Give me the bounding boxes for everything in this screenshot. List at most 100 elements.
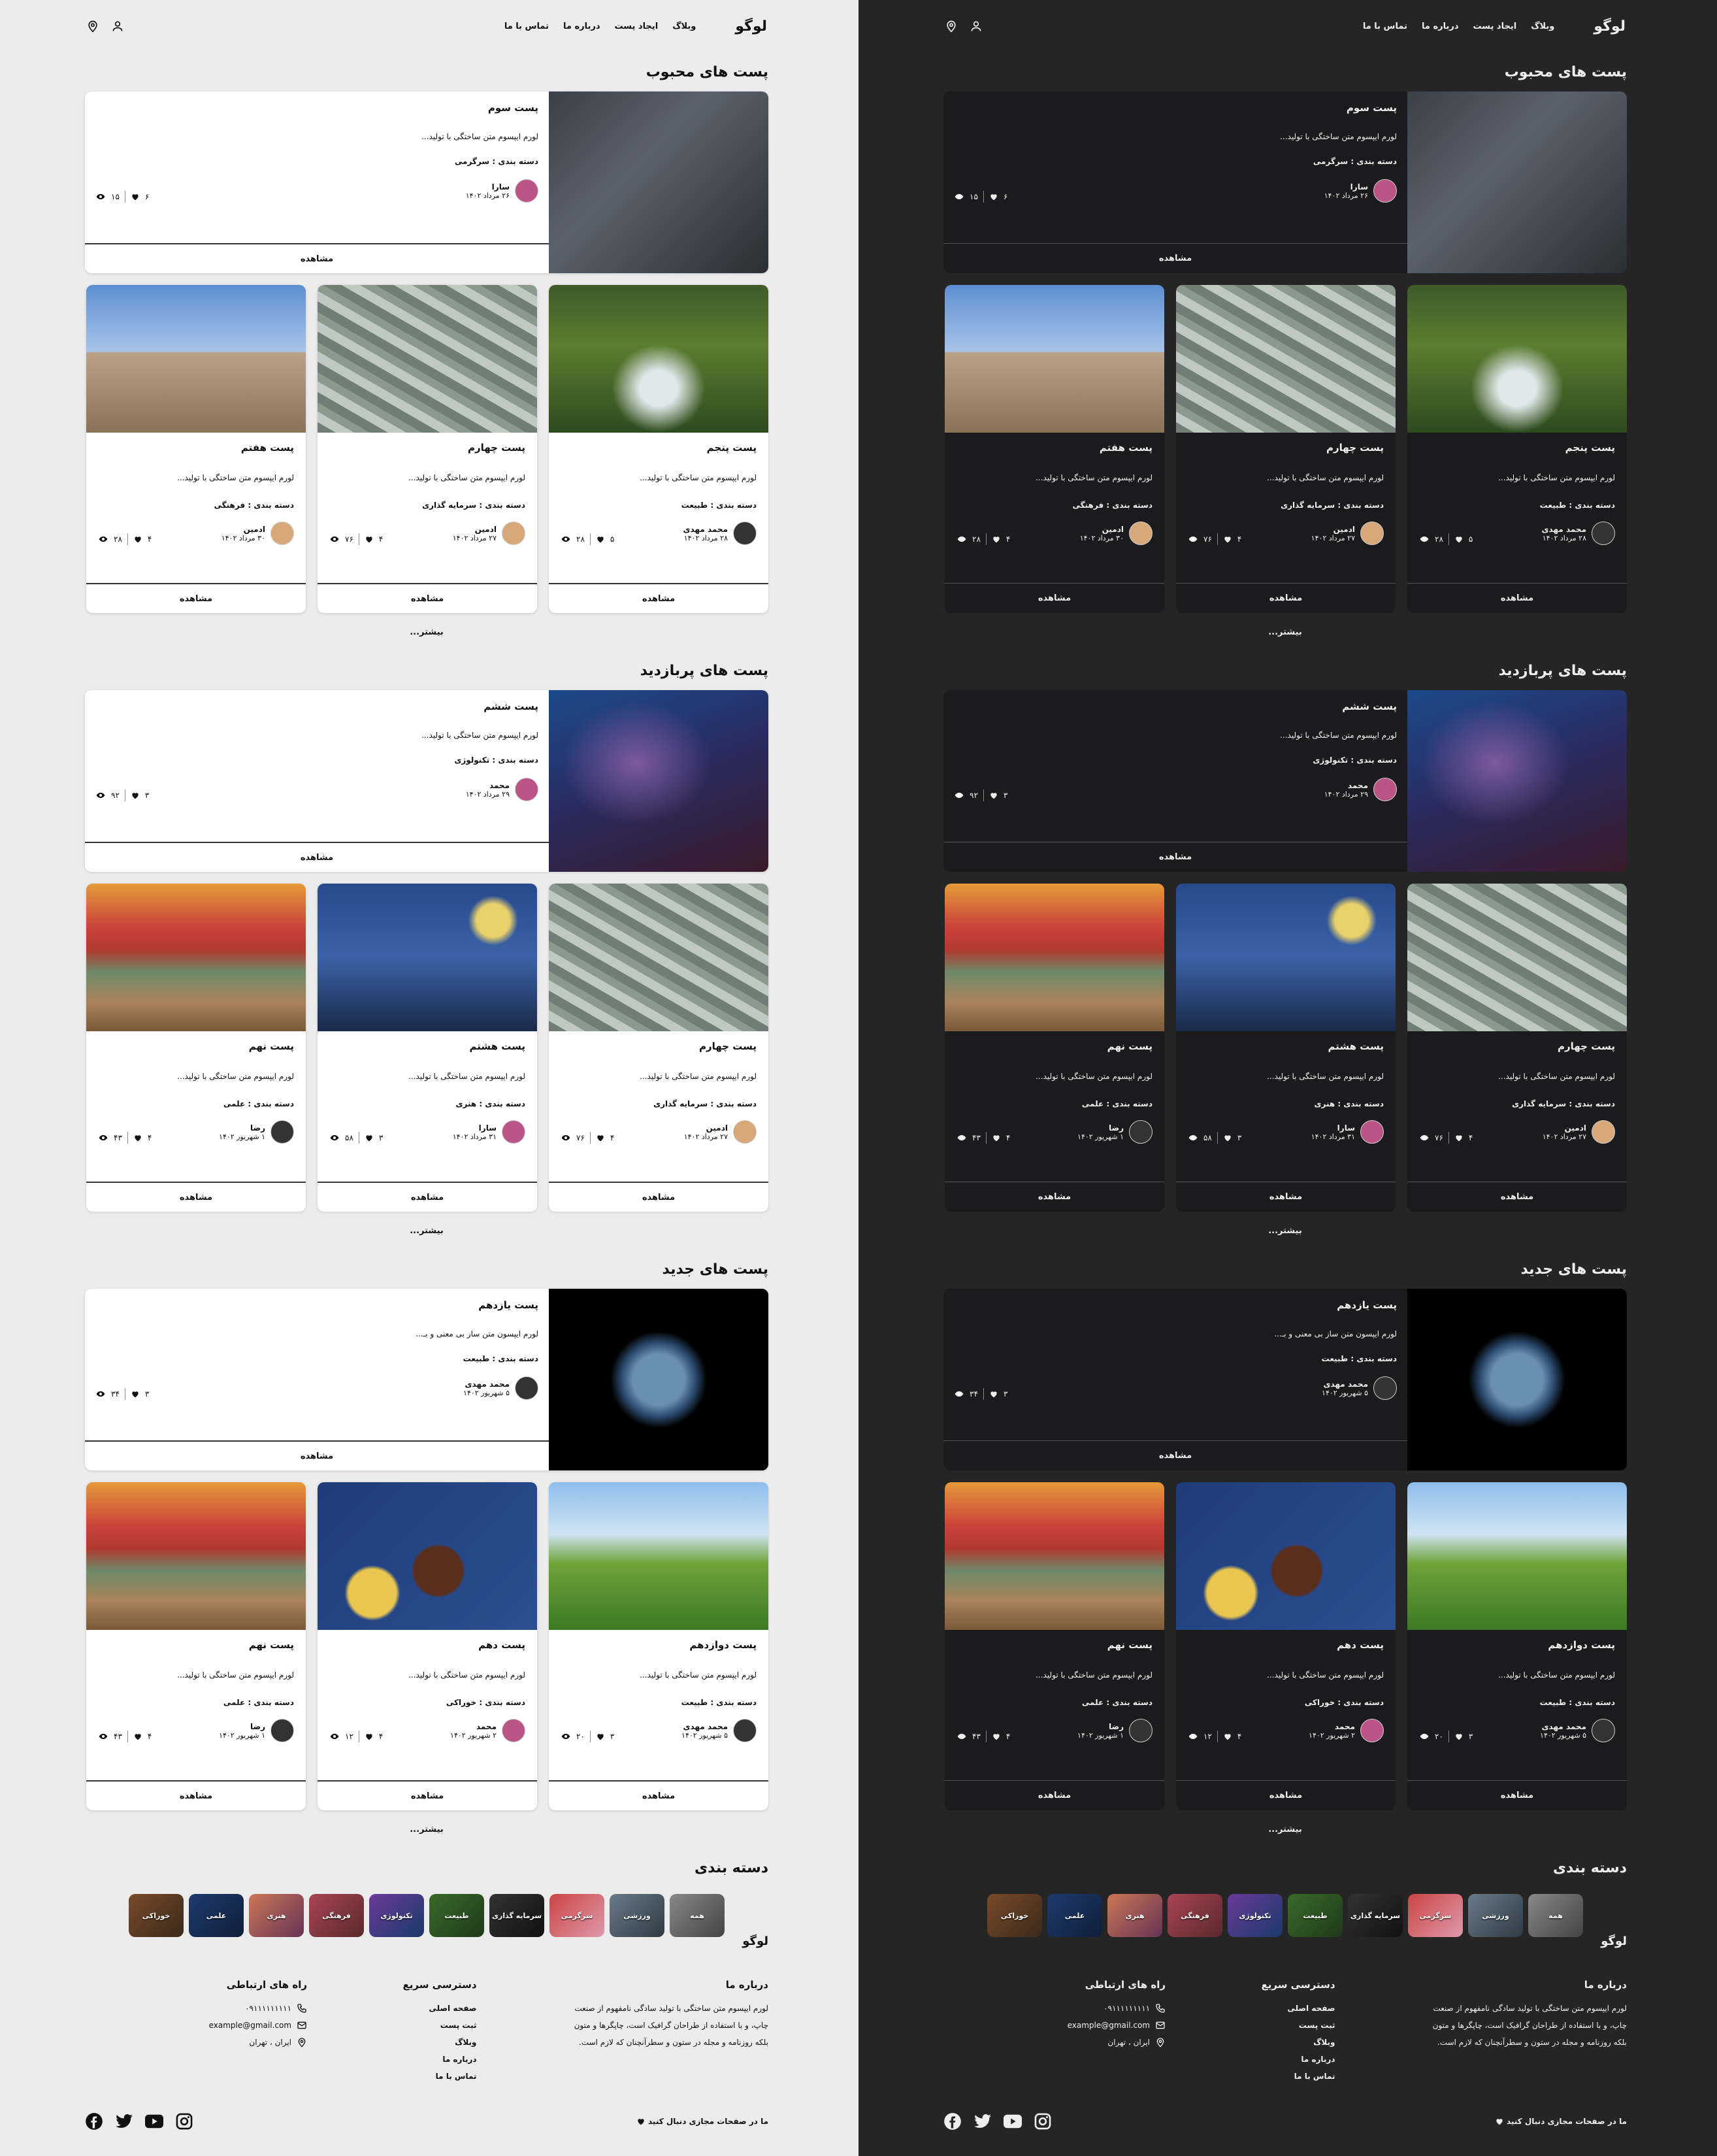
post-card[interactable]: پست نهم لورم ایپسوم متن ساختگی با تولید..… [945,1482,1164,1810]
post-category[interactable]: دسته بندی : خوراکی [1188,1698,1384,1707]
post-title[interactable]: پست یازدهم [954,1299,1397,1311]
post-title[interactable]: پست چهارم [329,442,525,454]
view-button[interactable]: مشاهده [1176,1780,1396,1810]
youtube-icon[interactable] [145,2112,163,2131]
post-category[interactable]: دسته بندی : فرهنگی [957,501,1153,510]
view-button[interactable]: مشاهده [1407,583,1627,613]
footer-link[interactable]: ثبت پست [1262,2017,1335,2034]
view-button[interactable]: مشاهده [1407,1780,1627,1810]
featured-post-card[interactable]: پست یازدهم لورم ایپسون متن ساز بی معنی و … [85,1289,768,1470]
post-card[interactable]: پست چهارم لورم ایپسوم متن ساختگی با تولید… [1407,884,1627,1212]
post-image[interactable] [1176,1482,1396,1630]
post-title[interactable]: پست سوم [954,102,1397,114]
author-info[interactable]: رضا ۱ شهریور ۱۴۰۲ [1077,1120,1153,1144]
post-category[interactable]: دسته بندی : طبیعت [561,1698,757,1707]
post-title[interactable]: پست ششم [954,701,1397,712]
post-title[interactable]: پست نهم [957,1639,1153,1651]
post-title[interactable]: پست یازدهم [95,1299,538,1311]
post-card[interactable]: پست پنجم لورم ایپسوم متن ساختگی با تولید.… [1407,285,1627,613]
phone-number[interactable]: ۰۹۱۱۱۱۱۱۱۱۱ [1104,2000,1150,2017]
author-info[interactable]: محمد ۲۹ مرداد ۱۴۰۲ [466,778,538,801]
nav-link[interactable]: ایجاد پست [615,22,659,31]
post-card[interactable]: پست چهارم لورم ایپسوم متن ساختگی با تولید… [1176,285,1396,613]
category-chip[interactable]: طبیعت [429,1894,484,1937]
footer-link[interactable]: صفحه اصلی [403,2000,476,2017]
post-card[interactable]: پست دهم لورم ایپسوم متن ساختگی با تولید..… [318,1482,537,1810]
post-image[interactable] [945,884,1164,1031]
post-card[interactable]: پست چهارم لورم ایپسوم متن ساختگی با تولید… [318,285,537,613]
post-card[interactable]: پست دوازدهم لورم ایپسوم متن ساختگی با تول… [549,1482,768,1810]
view-button[interactable]: مشاهده [945,1780,1164,1810]
category-chip[interactable]: تکنولوژی [1228,1894,1283,1937]
category-chip[interactable]: سرمایه گذاری [489,1894,544,1937]
post-title[interactable]: پست چهارم [561,1040,757,1052]
twitter-icon[interactable] [973,2112,992,2131]
view-button[interactable]: مشاهده [549,583,768,613]
site-logo[interactable]: لوگو [1594,18,1626,35]
post-title[interactable]: پست ششم [95,701,538,712]
category-chip[interactable]: طبیعت [1288,1894,1343,1937]
footer-link[interactable]: درباره ما [403,2051,476,2068]
post-title[interactable]: پست پنجم [1419,442,1615,454]
post-category[interactable]: دسته بندی : طبیعت [954,1354,1397,1363]
view-button[interactable]: مشاهده [86,1780,306,1810]
location-pin-icon[interactable] [86,20,99,33]
post-card[interactable]: پست هفتم لورم ایپسوم متن ساختگی با تولید.… [86,285,306,613]
author-info[interactable]: ادمین ۲۷ مرداد ۱۴۰۲ [1311,522,1384,545]
email[interactable]: example@gmail.com [209,2017,291,2034]
post-title[interactable]: پست دوازدهم [561,1639,757,1651]
author-info[interactable]: محمد ۲ شهریور ۱۴۰۲ [1309,1719,1384,1742]
view-button[interactable]: مشاهده [1176,1182,1396,1212]
post-category[interactable]: دسته بندی : علمی [98,1698,294,1707]
post-category[interactable]: دسته بندی : علمی [957,1698,1153,1707]
featured-post-card[interactable]: پست ششم لورم ایپسوم متن ساختگی با تولید..… [943,690,1627,872]
post-title[interactable]: پست دوازدهم [1419,1639,1615,1651]
view-button[interactable]: مشاهده [318,583,537,613]
view-button[interactable]: مشاهده [1407,1182,1627,1212]
category-chip[interactable]: ورزشی [1468,1894,1523,1937]
facebook-icon[interactable] [943,2112,962,2131]
category-chip[interactable]: خوراکی [129,1894,184,1937]
post-category[interactable]: دسته بندی : علمی [98,1099,294,1108]
post-category[interactable]: دسته بندی : علمی [957,1099,1153,1108]
post-image[interactable] [86,1482,306,1630]
post-category[interactable]: دسته بندی : طبیعت [1419,1698,1615,1707]
post-title[interactable]: پست دهم [1188,1639,1384,1651]
author-info[interactable]: سارا ۲۶ مرداد ۱۴۰۲ [1324,179,1397,203]
post-image[interactable] [945,285,1164,433]
post-category[interactable]: دسته بندی : سرمایه گذاری [329,501,525,510]
author-info[interactable]: ادمین ۲۷ مرداد ۱۴۰۲ [1543,1120,1615,1144]
post-title[interactable]: پست نهم [98,1639,294,1651]
site-logo[interactable]: لوگو [735,18,767,35]
author-info[interactable]: محمد مهدی ۵ شهریور ۱۴۰۲ [1540,1719,1615,1742]
post-image[interactable] [318,285,537,433]
category-chip[interactable]: خوراکی [987,1894,1042,1937]
nav-link[interactable]: تماس با ما [1363,22,1407,31]
category-chip[interactable]: همه [670,1894,725,1937]
post-image[interactable] [1407,285,1627,433]
more-link[interactable]: بیشتر... [85,613,768,651]
post-image[interactable] [318,884,537,1031]
view-button[interactable]: مشاهده [1176,583,1396,613]
post-category[interactable]: دسته بندی : سرمایه گذاری [561,1099,757,1108]
footer-link[interactable]: درباره ما [1262,2051,1335,2068]
post-category[interactable]: دسته بندی : طبیعت [1419,501,1615,510]
author-info[interactable]: محمد مهدی ۵ شهریور ۱۴۰۲ [1322,1376,1397,1400]
more-link[interactable]: بیشتر... [85,1810,768,1848]
post-category[interactable]: دسته بندی : سرگرمی [95,157,538,166]
featured-post-card[interactable]: پست سوم لورم ایپسوم متن ساختگی با تولید..… [943,91,1627,273]
view-button[interactable]: مشاهده [85,842,549,872]
post-image[interactable] [318,1482,537,1630]
post-image[interactable] [86,884,306,1031]
facebook-icon[interactable] [85,2112,103,2131]
post-category[interactable]: دسته بندی : سرمایه گذاری [1419,1099,1615,1108]
view-button[interactable]: مشاهده [943,842,1407,872]
category-chip[interactable]: علمی [1047,1894,1102,1937]
post-title[interactable]: پست نهم [957,1040,1153,1052]
footer-logo[interactable]: لوگو [943,1934,1627,1967]
phone-number[interactable]: ۰۹۱۱۱۱۱۱۱۱۱ [245,2000,291,2017]
view-button[interactable]: مشاهده [318,1780,537,1810]
category-chip[interactable]: سرگرمی [549,1894,604,1937]
view-button[interactable]: مشاهده [549,1182,768,1212]
post-image[interactable] [945,1482,1164,1630]
